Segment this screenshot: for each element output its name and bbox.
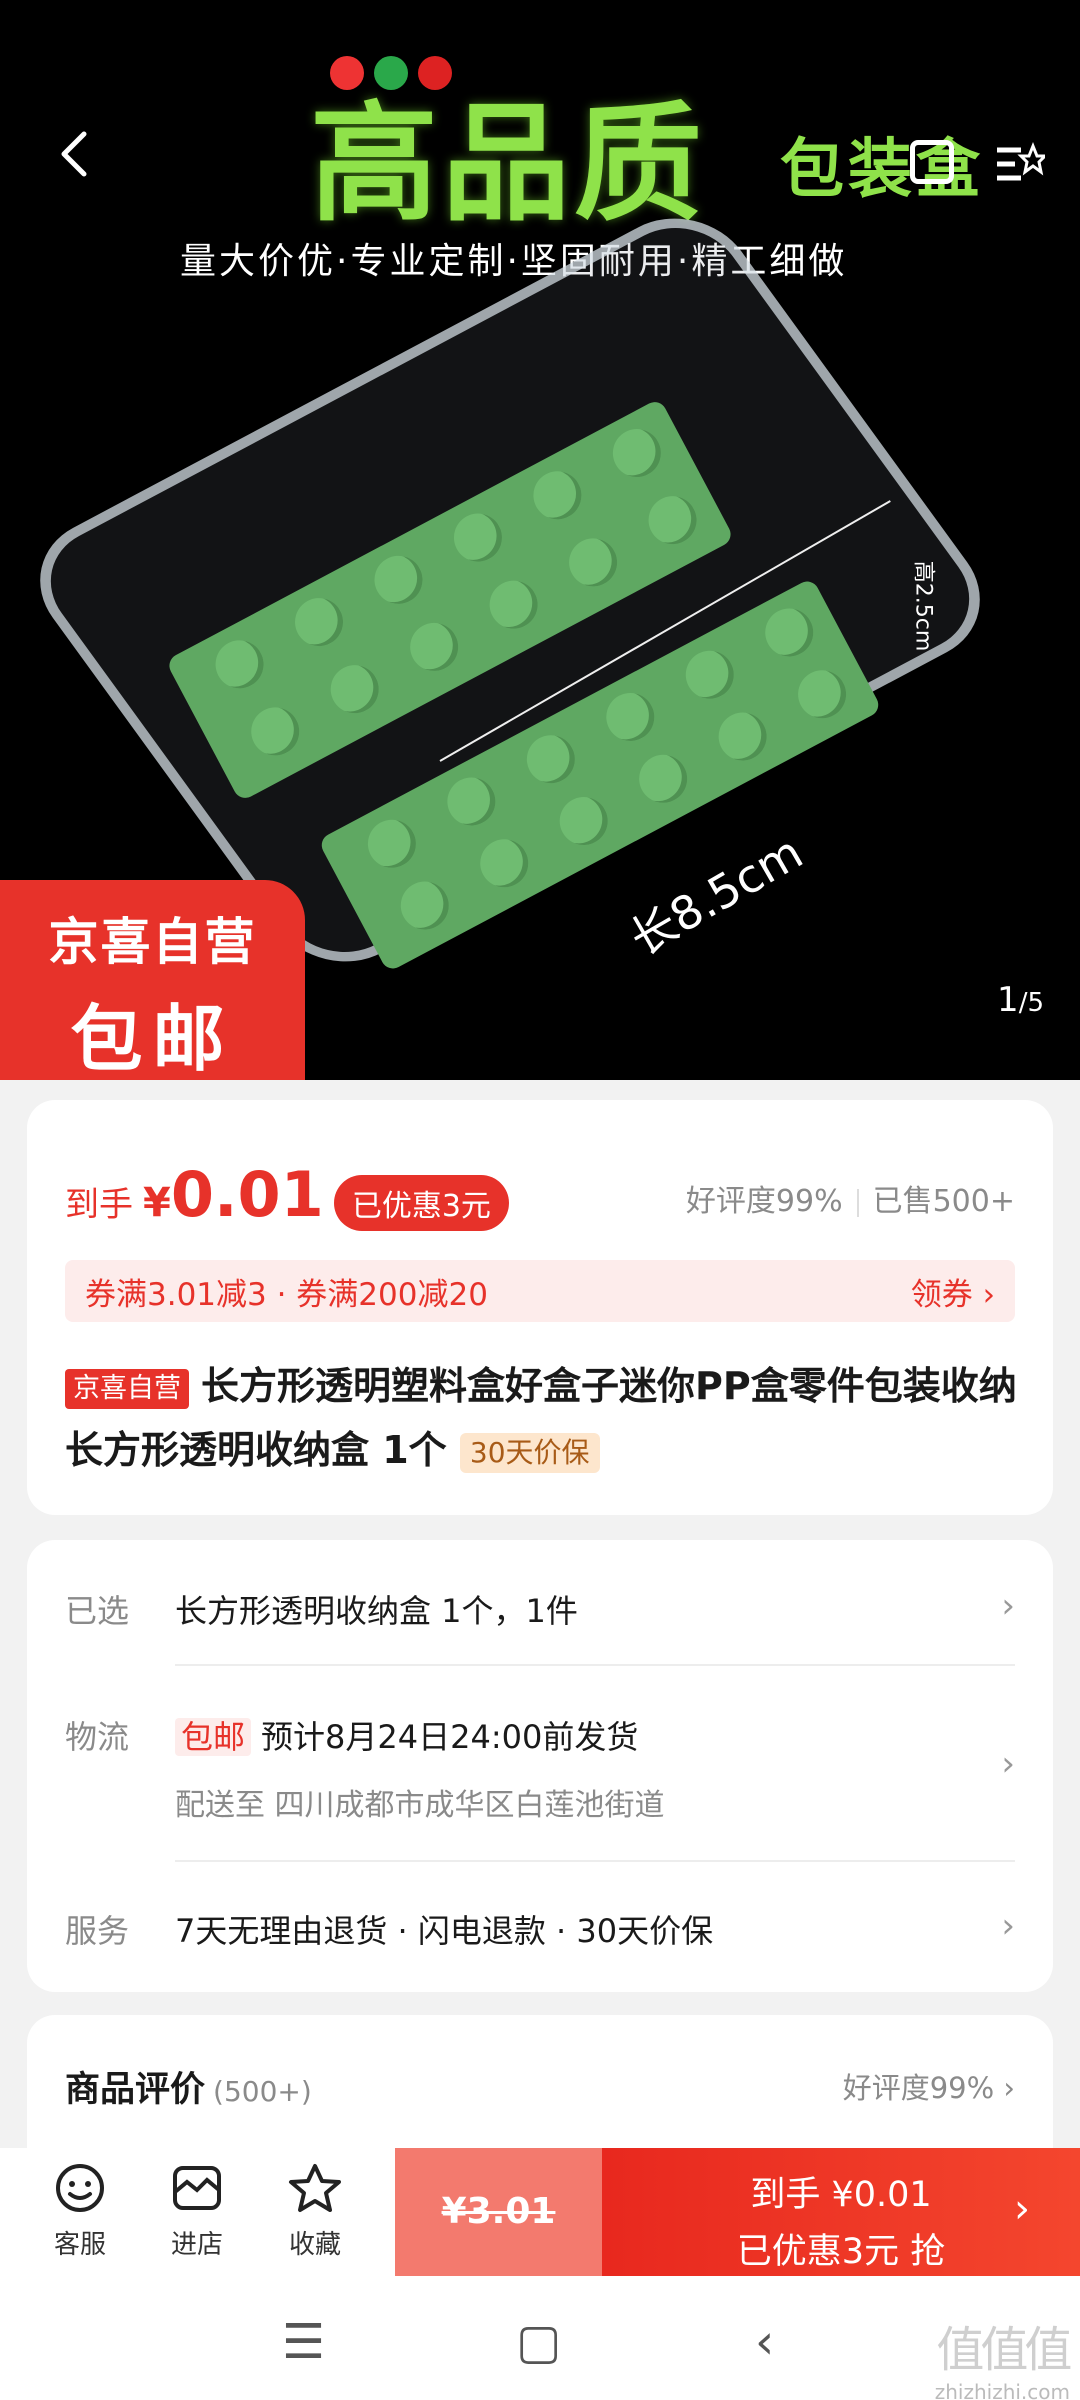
reviews-title: 商品评价 (500+) bbox=[65, 2070, 312, 2110]
chevron-right-icon: › bbox=[1001, 1744, 1015, 1784]
currency-symbol: ¥ bbox=[143, 1180, 171, 1226]
chevron-right-icon: › bbox=[1001, 1586, 1015, 1626]
price-protect-tag: 30天价保 bbox=[459, 1432, 600, 1473]
options-card: 已选 长方形透明收纳盒 1个，1件 › 物流 包邮 预计8月24日24:00前发货… bbox=[27, 1540, 1053, 1992]
delivery-address: 配送至 四川成都市成华区白莲池街道 bbox=[175, 1788, 665, 1823]
dimension-height: 高2.5cm bbox=[910, 560, 936, 652]
store-icon bbox=[173, 2166, 221, 2210]
sales-stats: 好评度99% 已售500+ bbox=[686, 1176, 1015, 1220]
self-operated-free-shipping-badge: 京喜自营 包邮 bbox=[0, 880, 305, 1081]
image-pager: 1/5 bbox=[997, 980, 1044, 1020]
service-row[interactable]: 服务 7天无理由退货 · 闪电退款 · 30天价保 › bbox=[65, 1906, 1015, 1956]
ship-date: 预计8月24日24:00前发货 bbox=[261, 1718, 639, 1756]
self-operated-tag: 京喜自营 bbox=[65, 1368, 189, 1409]
watermark: 值值值 zhizhizhi.com bbox=[934, 2322, 1073, 2400]
chevron-right-icon: › bbox=[1014, 2186, 1030, 2232]
price-row: 到手 ¥ 0.01 已优惠3元 bbox=[65, 1158, 509, 1231]
coupon-text: 券满3.01减3 · 券满200减20 bbox=[85, 1276, 488, 1313]
reviews-rating-link[interactable]: 好评度99% › bbox=[843, 2065, 1015, 2107]
star-icon bbox=[289, 2164, 341, 2212]
coupon-bar[interactable]: 券满3.01减3 · 券满200减20 领券 › bbox=[65, 1260, 1015, 1322]
customer-service-button[interactable]: 客服 bbox=[30, 2162, 130, 2261]
get-coupon-button[interactable]: 领券 › bbox=[911, 1269, 995, 1314]
dimension-length: 长8.5cm bbox=[620, 824, 812, 967]
selected-spec-value: 长方形透明收纳盒 1个，1件 bbox=[175, 1592, 578, 1630]
back-arrow-icon[interactable] bbox=[52, 130, 100, 178]
enter-store-button[interactable]: 进店 bbox=[147, 2162, 247, 2261]
final-price: 0.01 bbox=[170, 1158, 324, 1231]
price-card: 到手 ¥ 0.01 已优惠3元 好评度99% 已售500+ 券满3.01减3 · … bbox=[27, 1100, 1053, 1515]
sold-text: 已售500+ bbox=[872, 1184, 1015, 1219]
chevron-right-icon: › bbox=[1001, 1906, 1015, 1946]
rating-text: 好评度99% bbox=[685, 1184, 843, 1219]
original-price-button[interactable]: ¥3.01 bbox=[395, 2148, 602, 2276]
back-nav-icon[interactable]: ‹ bbox=[755, 2314, 774, 2370]
reviews-count: (500+) bbox=[213, 2075, 312, 2108]
system-nav-bar: ☰ ▢ ‹ bbox=[0, 2276, 1080, 2400]
more-menu-icon[interactable] bbox=[995, 140, 1045, 184]
bottom-action-bar: 客服 进店 收藏 ¥3.01 到手 ¥0.01 已优惠3元 抢 › bbox=[0, 2148, 1080, 2276]
smiley-chat-icon bbox=[56, 2164, 104, 2212]
logistics-row[interactable]: 物流 包邮 预计8月24日24:00前发货 配送至 四川成都市成华区白莲池街道 › bbox=[65, 1712, 1015, 1823]
recent-apps-icon[interactable]: ☰ bbox=[282, 2314, 325, 2370]
reviews-card[interactable]: 商品评价 (500+) 好评度99% › bbox=[27, 2015, 1053, 2155]
favorite-button[interactable]: 收藏 bbox=[265, 2162, 365, 2261]
hero-title: 高品质 bbox=[310, 90, 707, 239]
price-prefix: 到手 bbox=[65, 1185, 133, 1225]
buy-now-button[interactable]: 到手 ¥0.01 已优惠3元 抢 › bbox=[602, 2148, 1080, 2276]
product-title: 京喜自营 长方形透明塑料盒好盒子迷你PP盒零件包装收纳 长方形透明收纳盒 1个 3… bbox=[65, 1364, 1017, 1473]
selected-spec-row[interactable]: 已选 长方形透明收纳盒 1个，1件 › bbox=[65, 1586, 1015, 1636]
service-value: 7天无理由退货 · 闪电退款 · 30天价保 bbox=[175, 1912, 714, 1950]
home-icon[interactable]: ▢ bbox=[516, 2314, 561, 2370]
discount-badge: 已优惠3元 bbox=[333, 1175, 509, 1231]
free-shipping-tag: 包邮 bbox=[175, 1718, 252, 1756]
share-icon[interactable] bbox=[910, 140, 954, 184]
